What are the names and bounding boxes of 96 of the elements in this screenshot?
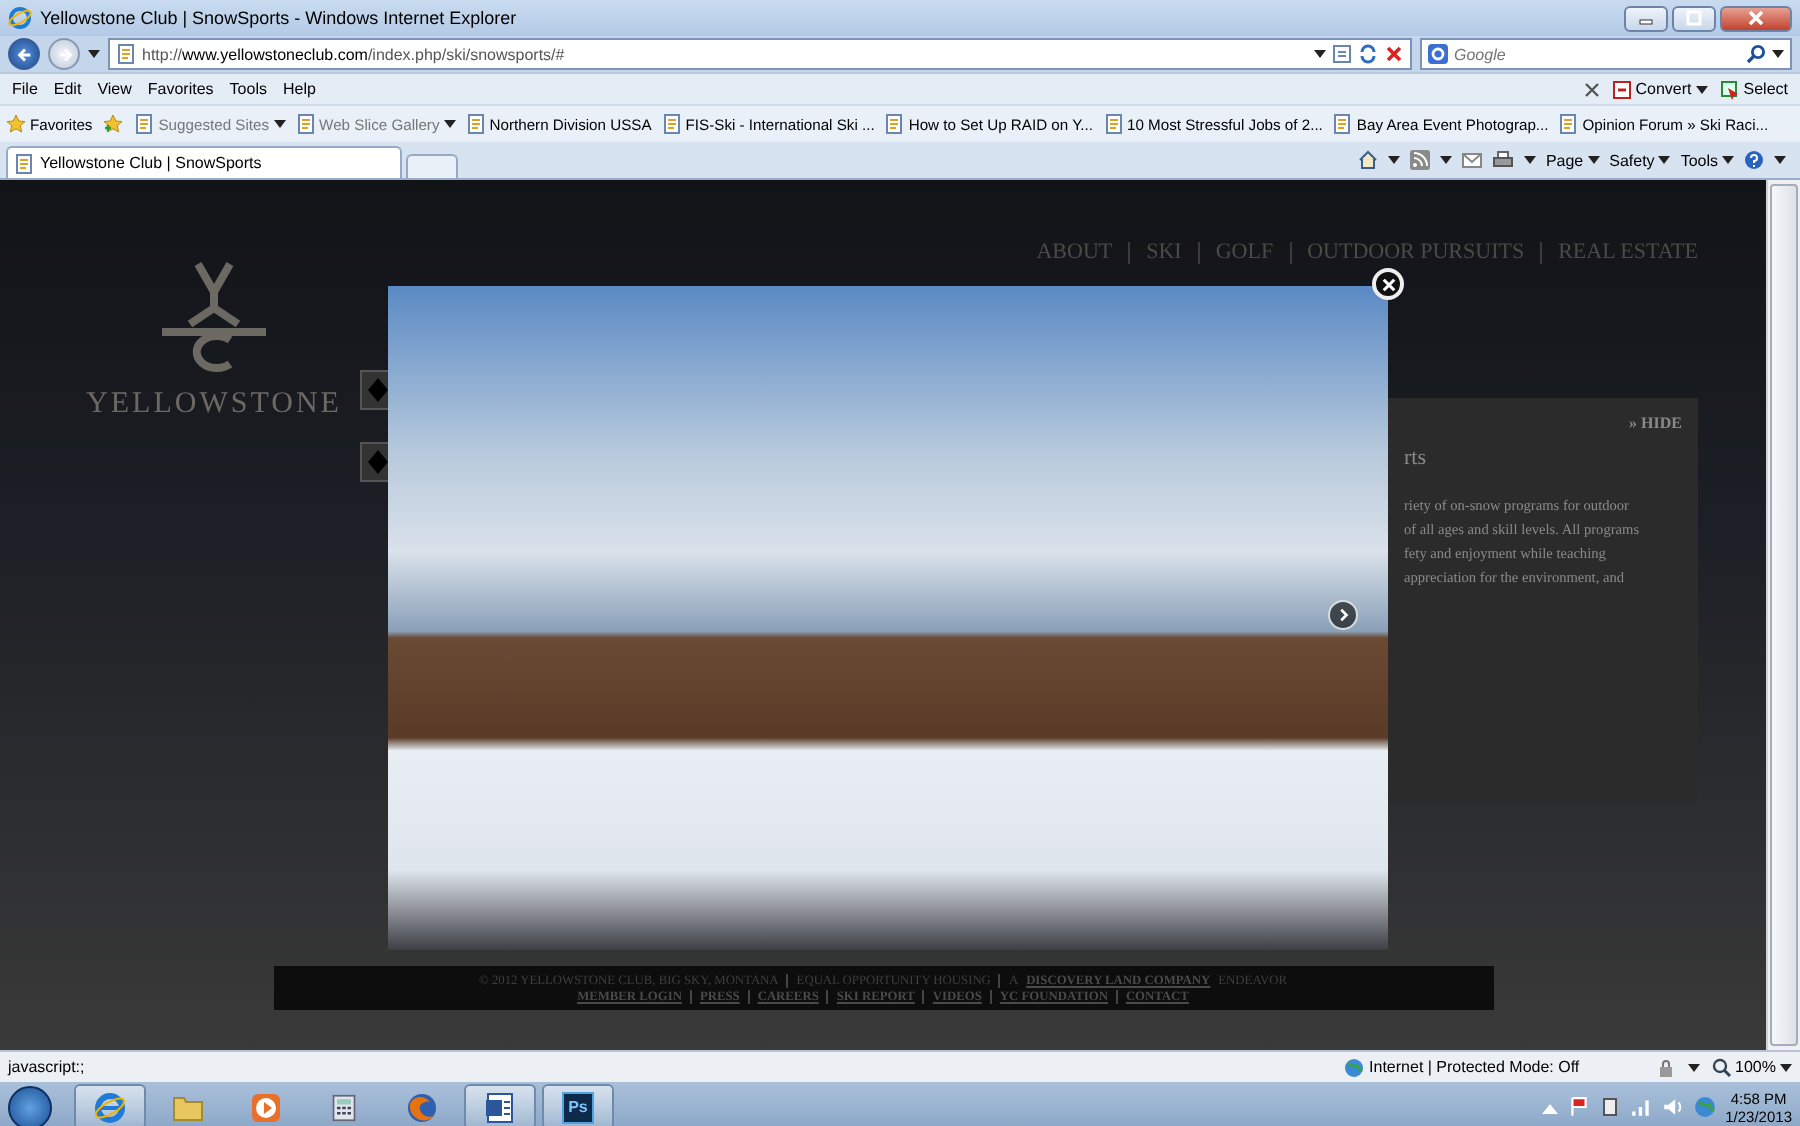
caret-icon [1774, 156, 1786, 164]
arrow-right-icon [55, 45, 73, 63]
menu-item[interactable]: File [4, 80, 46, 98]
toolbar-button[interactable]: Select [1743, 80, 1788, 98]
caret-icon [1658, 156, 1671, 164]
caret-icon [1695, 85, 1708, 93]
start-button[interactable] [8, 1085, 52, 1126]
caret-icon [273, 120, 286, 128]
back-button[interactable] [8, 38, 40, 70]
command-button[interactable]: Safety [1609, 151, 1655, 169]
page-icon [661, 114, 682, 134]
caret-icon [1587, 156, 1600, 164]
device-icon[interactable] [1599, 1096, 1620, 1118]
caret-icon [88, 50, 100, 58]
network-icon[interactable] [1629, 1096, 1652, 1118]
close-icon [1748, 10, 1764, 26]
folder-icon [170, 1091, 206, 1123]
address-field[interactable]: http://www.yellowstoneclub.com/index.php/ski/snowsports/# [108, 38, 1412, 70]
page-icon [1332, 114, 1353, 134]
status-text: javascript:; [8, 1058, 87, 1076]
pdf-convert-icon [1611, 79, 1632, 99]
menu-item[interactable]: Edit [45, 80, 90, 98]
compatibility-icon[interactable] [1332, 44, 1352, 64]
command-button[interactable]: Page [1545, 151, 1584, 169]
search-box[interactable]: Google [1420, 38, 1792, 70]
menu-item[interactable]: Tools [221, 80, 275, 98]
home-icon[interactable] [1357, 150, 1378, 170]
page-icon [14, 153, 34, 173]
page-icon [465, 114, 486, 134]
page-icon [295, 114, 316, 134]
command-button[interactable]: Tools [1680, 151, 1718, 169]
caret-icon [1722, 156, 1734, 164]
browser-tab[interactable]: Yellowstone Club | SnowSports [6, 146, 402, 178]
browser-icon [94, 1091, 126, 1123]
zoom-icon [1711, 1057, 1732, 1077]
caret-icon [1687, 1063, 1700, 1071]
page-icon [1558, 114, 1579, 134]
caret-icon [1772, 50, 1784, 58]
document-icon [484, 1091, 516, 1123]
hide-link[interactable]: » HIDE [1629, 414, 1682, 432]
caret-icon [1523, 156, 1536, 164]
new-tab-button[interactable] [406, 154, 458, 178]
globe-icon [406, 1091, 438, 1123]
logo-text: YELLOWSTONE [86, 388, 342, 422]
caret-icon [1387, 156, 1400, 164]
caret-icon [1439, 156, 1452, 164]
menu-item[interactable]: Help [274, 80, 324, 98]
play-icon [250, 1091, 282, 1123]
photoshop-icon: Ps [562, 1091, 594, 1123]
taskbar-app[interactable]: Ps [542, 1084, 614, 1126]
calculator-icon [330, 1091, 358, 1123]
zoom-level[interactable]: 100% [1735, 1058, 1776, 1076]
browser-icon [8, 6, 32, 30]
chevron-right-icon [1336, 608, 1350, 622]
close-icon[interactable] [1583, 81, 1600, 97]
next-button[interactable] [1328, 600, 1358, 630]
print-icon[interactable] [1491, 150, 1514, 170]
caret-icon [1314, 50, 1326, 58]
mail-icon[interactable] [1461, 150, 1482, 170]
star-icon [6, 114, 26, 134]
maximize-icon [1686, 10, 1702, 26]
page-icon [1103, 114, 1123, 134]
toolbar-button[interactable]: Convert [1635, 80, 1692, 98]
feed-icon[interactable] [1409, 150, 1430, 170]
scrollbar[interactable] [1766, 180, 1800, 1050]
caret-icon [443, 120, 456, 128]
taskbar-app[interactable] [464, 1084, 536, 1126]
security-zone: Internet | Protected Mode: Off [1369, 1058, 1580, 1076]
search-provider-icon [1428, 44, 1448, 64]
window-title: Yellowstone Club | SnowSports - Windows Internet Explorer [40, 8, 519, 28]
menu-item[interactable]: View [89, 80, 140, 98]
caret-icon [1780, 1063, 1792, 1071]
menu-item[interactable]: Favorites [139, 80, 222, 98]
page-icon [116, 44, 136, 64]
show-icons-icon[interactable] [1541, 1101, 1558, 1113]
help-icon[interactable] [1744, 150, 1764, 170]
search-icon[interactable] [1746, 44, 1766, 64]
minimize-button[interactable] [1624, 5, 1668, 31]
stop-icon[interactable] [1384, 44, 1404, 64]
globe-icon [1343, 1057, 1364, 1077]
page-icon [884, 114, 905, 134]
logo-mark-drawing [158, 260, 270, 372]
add-favorite-icon[interactable] [102, 114, 125, 134]
select-icon [1719, 79, 1740, 99]
refresh-icon[interactable] [1358, 44, 1378, 64]
taskbar-app[interactable] [74, 1084, 146, 1126]
page-icon [134, 114, 155, 134]
arrow-left-icon [15, 45, 33, 63]
lock-icon[interactable] [1655, 1057, 1676, 1077]
flag-icon[interactable] [1567, 1096, 1590, 1118]
panel-heading: rts [1404, 446, 1428, 470]
volume-icon[interactable] [1661, 1096, 1684, 1118]
maximize-button[interactable] [1672, 5, 1716, 31]
search-field[interactable]: Google [1454, 45, 1740, 63]
forward-button[interactable] [48, 38, 80, 70]
close-icon [1381, 277, 1395, 291]
